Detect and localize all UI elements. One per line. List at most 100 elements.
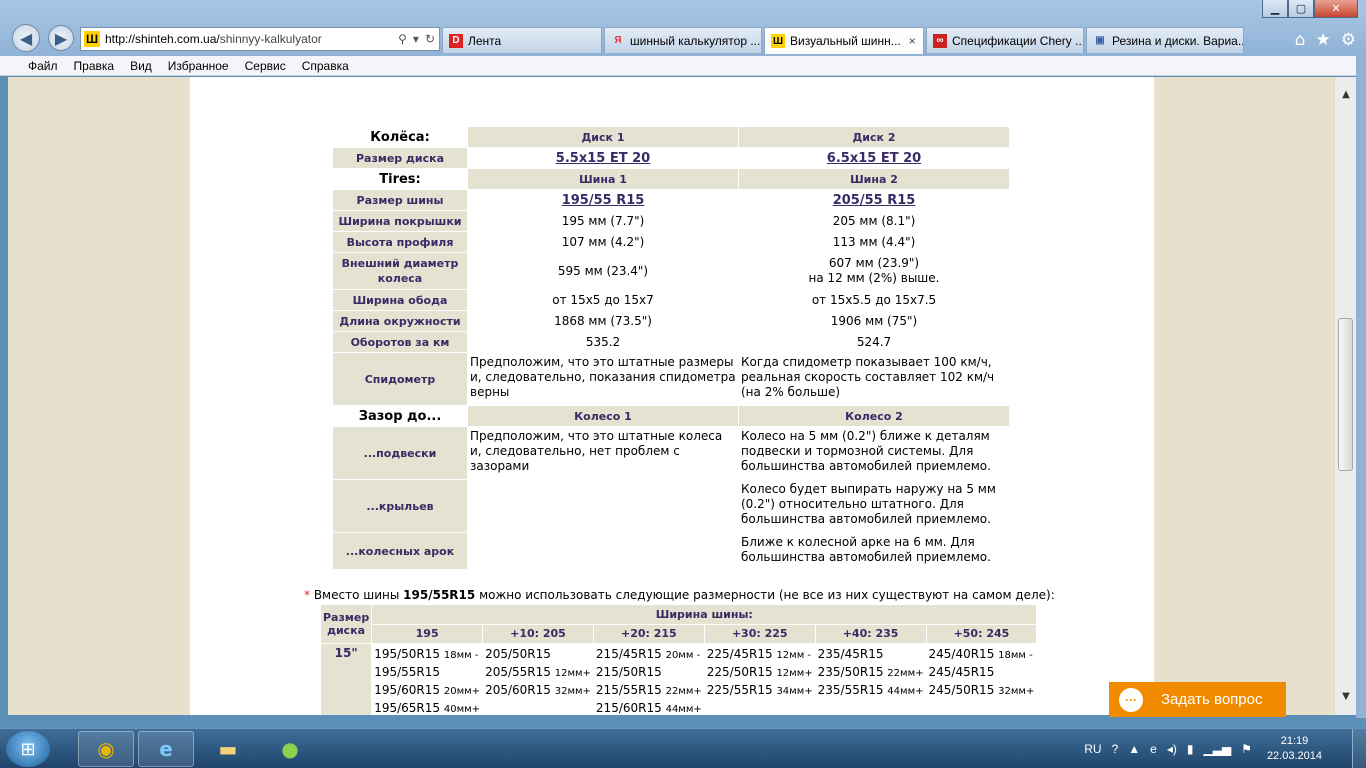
tires-section-label: Tires:: [333, 169, 467, 189]
home-icon[interactable]: ⌂: [1295, 30, 1306, 50]
scroll-up-icon[interactable]: ▲: [1335, 85, 1357, 103]
tab-favicon-icon: Ш: [771, 34, 785, 48]
alt-size: 245/40R15: [928, 647, 995, 661]
alt-diff: 18мм -: [998, 650, 1033, 661]
wheel2-arches: Ближе к колесной арке на 6 мм. Для больш…: [741, 535, 991, 564]
favorites-star-icon[interactable]: ★: [1316, 30, 1331, 50]
menu-tools[interactable]: Сервис: [245, 59, 286, 73]
tire1-rim-width: от 15x5 до 15x7: [552, 292, 654, 307]
alternatives-note: * Вместо шины 195/55R15 можно использова…: [304, 588, 1055, 602]
help-icon[interactable]: ?: [1112, 742, 1119, 756]
tire2-revs: 524.7: [856, 334, 892, 349]
alt-diff: 32мм+: [554, 686, 591, 697]
vertical-scrollbar[interactable]: ▲ ▼: [1334, 77, 1356, 715]
wheel-arches-label: ...колесных арок: [333, 533, 467, 569]
language-indicator[interactable]: RU: [1084, 742, 1101, 756]
wheel2-suspension: Колесо на 5 мм (0.2") ближе к деталям по…: [741, 429, 991, 473]
menu-view[interactable]: Вид: [130, 59, 152, 73]
wheel2-fenders: Колесо будет выпирать наружу на 5 мм (0.…: [741, 482, 996, 526]
menu-help[interactable]: Справка: [302, 59, 349, 73]
menu-favorites[interactable]: Избранное: [168, 59, 229, 73]
alt-diff: 20мм -: [665, 650, 701, 661]
power-icon[interactable]: ▮: [1187, 742, 1194, 756]
ask-question-button[interactable]: ··· Задать вопрос: [1109, 682, 1286, 717]
show-hidden-icons[interactable]: ▲: [1128, 742, 1140, 756]
alt-size: 195/65R15: [374, 701, 441, 715]
tab-2[interactable]: Я шинный калькулятор ...: [604, 27, 762, 53]
alt-cell-205: 205/50R15 205/55R15 12мм+ 205/60R15 32мм…: [483, 644, 593, 715]
suspension-label: ...подвески: [333, 427, 467, 479]
forward-button[interactable]: ▶: [48, 25, 74, 51]
refresh-icon[interactable]: ↻: [425, 32, 435, 46]
alt-diff: 12мм+: [554, 668, 591, 679]
scroll-down-icon[interactable]: ▼: [1335, 687, 1357, 705]
alt-size: 215/60R15: [595, 701, 662, 715]
arrow-right-icon: ▶: [54, 28, 68, 48]
tab-favicon-icon: ▣: [1095, 35, 1105, 46]
clock[interactable]: 21:19 22.03.2014: [1267, 734, 1322, 764]
tire-size-label: Размер шины: [333, 190, 467, 210]
alt-size: 245/45R15: [928, 665, 995, 679]
search-icon[interactable]: ⚲: [398, 32, 407, 46]
tire2-diameter: 607 мм (23.9") на 12 мм (2%) выше.: [739, 253, 1009, 289]
chrome-icon: ◉: [97, 737, 115, 761]
page-content: Колёса: Диск 1 Диск 2 Размер диска 5.5x1…: [190, 77, 1154, 715]
minimize-button[interactable]: ▁: [1262, 0, 1288, 18]
app-sphere-icon: ●: [281, 737, 299, 761]
settings-gear-icon[interactable]: ⚙: [1341, 30, 1356, 50]
alt-diff: 12мм -: [776, 650, 812, 661]
tab-close-icon[interactable]: ×: [909, 34, 916, 48]
revs-per-km-label: Оборотов за км: [333, 332, 467, 352]
site-favicon-icon: Ш: [84, 31, 100, 47]
menu-file[interactable]: Файл: [28, 59, 58, 73]
scrollbar-thumb[interactable]: [1338, 318, 1353, 471]
tab-favicon-icon: ∞: [933, 33, 947, 48]
window-frame-right: [1356, 56, 1366, 718]
flag-icon[interactable]: ⚑: [1241, 742, 1252, 756]
taskbar-chrome[interactable]: ◉: [78, 731, 134, 767]
tab-1[interactable]: D Лента: [442, 27, 602, 53]
wheel1-header: Колесо 1: [468, 406, 738, 426]
alt-cell-235: 235/45R15 235/50R15 22мм+ 235/55R15 44мм…: [816, 644, 926, 715]
clearance-section-label: Зазор до...: [333, 406, 467, 426]
tire1-link[interactable]: 195/55 R15: [562, 193, 645, 208]
tab-label: Резина и диски. Вариа...: [1112, 33, 1244, 48]
network-signal-icon[interactable]: ▁▃▅: [1203, 742, 1231, 756]
tire2-link[interactable]: 205/55 R15: [833, 193, 916, 208]
profile-height-label: Высота профиля: [333, 232, 467, 252]
windows-taskbar: ⊞ ◉ e ▬ ● RU ? ▲ e ◂) ▮ ▁▃▅ ⚑ 21:19 22.0…: [0, 728, 1366, 768]
start-button[interactable]: ⊞: [6, 731, 50, 767]
tab-3-active[interactable]: Ш Визуальный шинн... ×: [764, 27, 924, 54]
back-button[interactable]: ◀: [12, 24, 40, 52]
rim-width-label: Ширина обода: [333, 290, 467, 310]
address-url[interactable]: http://shinteh.com.ua/shinnyy-kalkulyato…: [105, 32, 398, 46]
clock-date: 22.03.2014: [1266, 750, 1322, 762]
system-tray: RU ? ▲ e ◂) ▮ ▁▃▅ ⚑ 21:19 22.03.2014: [1079, 729, 1366, 768]
taskbar-explorer[interactable]: ▬: [200, 731, 256, 767]
alt-size: 235/45R15: [817, 647, 884, 661]
taskbar-internet-explorer[interactable]: e: [138, 731, 194, 767]
taskbar-app[interactable]: ●: [262, 731, 318, 767]
volume-icon[interactable]: ◂): [1167, 742, 1177, 756]
tab-5[interactable]: ▣ Резина и диски. Вариа...: [1086, 27, 1244, 53]
dropdown-arrow-icon[interactable]: ▾: [413, 32, 419, 46]
close-window-button[interactable]: ✕: [1314, 0, 1358, 18]
address-bar[interactable]: Ш http://shinteh.com.ua/shinnyy-kalkulya…: [80, 27, 440, 51]
wheels-section-label: Колёса:: [333, 127, 467, 147]
tab-4[interactable]: ∞ Спецификации Chery ...: [926, 27, 1084, 53]
alt-size: 195/50R15: [374, 647, 441, 661]
show-desktop-button[interactable]: [1352, 729, 1366, 768]
rim1-link[interactable]: 5.5x15 ET 20: [556, 151, 650, 166]
alt-size: 215/55R15: [595, 683, 662, 697]
maximize-button[interactable]: ▢: [1288, 0, 1314, 18]
rim2-link[interactable]: 6.5x15 ET 20: [827, 151, 921, 166]
alt-diff: 20мм+: [443, 686, 481, 697]
alt-size: 205/55R15: [485, 665, 551, 679]
menu-edit[interactable]: Правка: [74, 59, 115, 73]
arrow-left-icon: ◀: [19, 28, 33, 48]
note-asterisk: *: [304, 588, 310, 602]
tire-comparison-table: Колёса: Диск 1 Диск 2 Размер диска 5.5x1…: [332, 126, 1010, 570]
tray-ie-icon[interactable]: e: [1150, 742, 1157, 756]
tire-width-label: Ширина покрышки: [333, 211, 467, 231]
alt-size: 225/45R15: [706, 647, 773, 661]
